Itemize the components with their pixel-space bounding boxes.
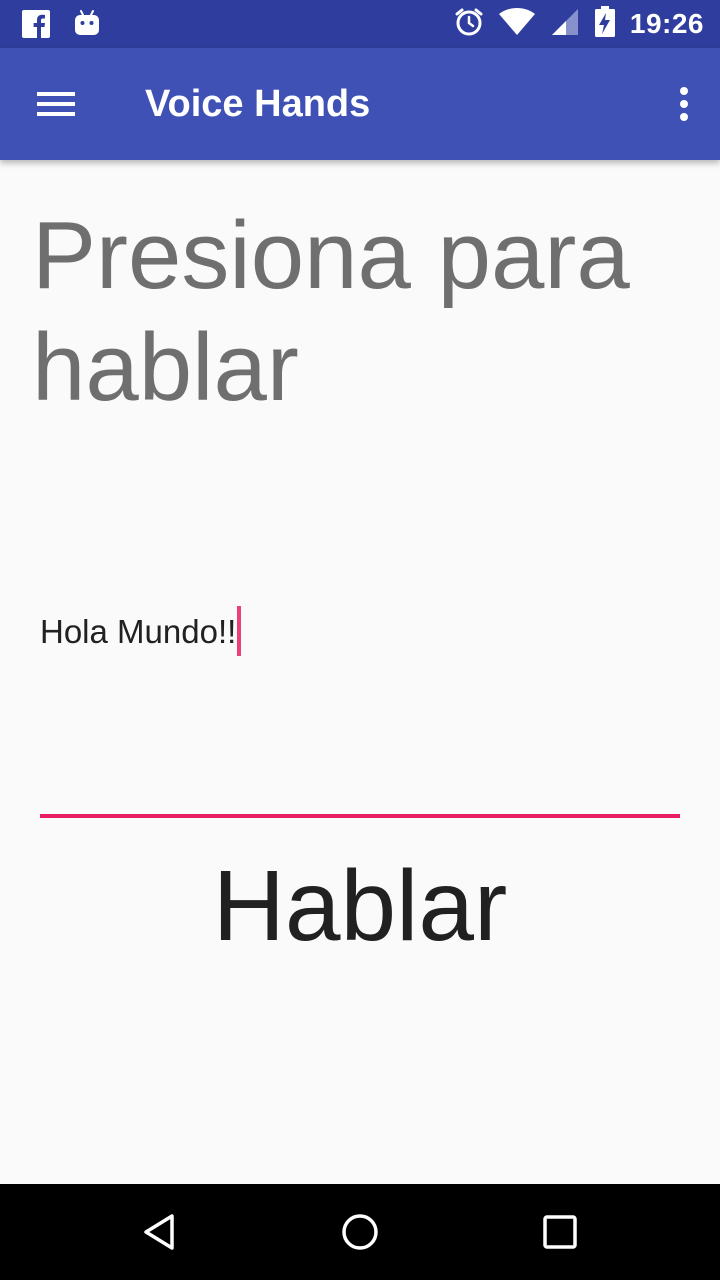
status-time: 19:26	[629, 8, 704, 39]
back-icon[interactable]	[136, 1208, 184, 1256]
alarm-icon	[454, 7, 484, 42]
recents-icon[interactable]	[536, 1208, 584, 1256]
page-headline: Presiona para hablar	[32, 202, 630, 421]
app-bar: Voice Hands	[0, 48, 720, 160]
wifi-icon	[498, 7, 536, 42]
speak-button[interactable]: Hablar	[40, 836, 680, 976]
status-right-icons: 19:26	[454, 0, 704, 48]
hamburger-menu-icon[interactable]	[28, 80, 84, 128]
speech-text-field[interactable]: Hola Mundo!!	[40, 606, 680, 818]
facebook-icon	[22, 10, 50, 43]
speech-text-value: Hola Mundo!!	[40, 613, 237, 650]
navigation-bar	[0, 1184, 720, 1280]
more-vert-icon[interactable]	[668, 80, 700, 128]
home-icon[interactable]	[336, 1208, 384, 1256]
status-left-icons	[22, 10, 100, 43]
text-cursor	[237, 606, 242, 656]
app-title: Voice Hands	[145, 83, 371, 125]
status-bar: 19:26	[0, 0, 720, 48]
battery-charging-icon	[594, 5, 616, 43]
android-icon	[74, 10, 100, 43]
signal-icon	[550, 7, 580, 42]
